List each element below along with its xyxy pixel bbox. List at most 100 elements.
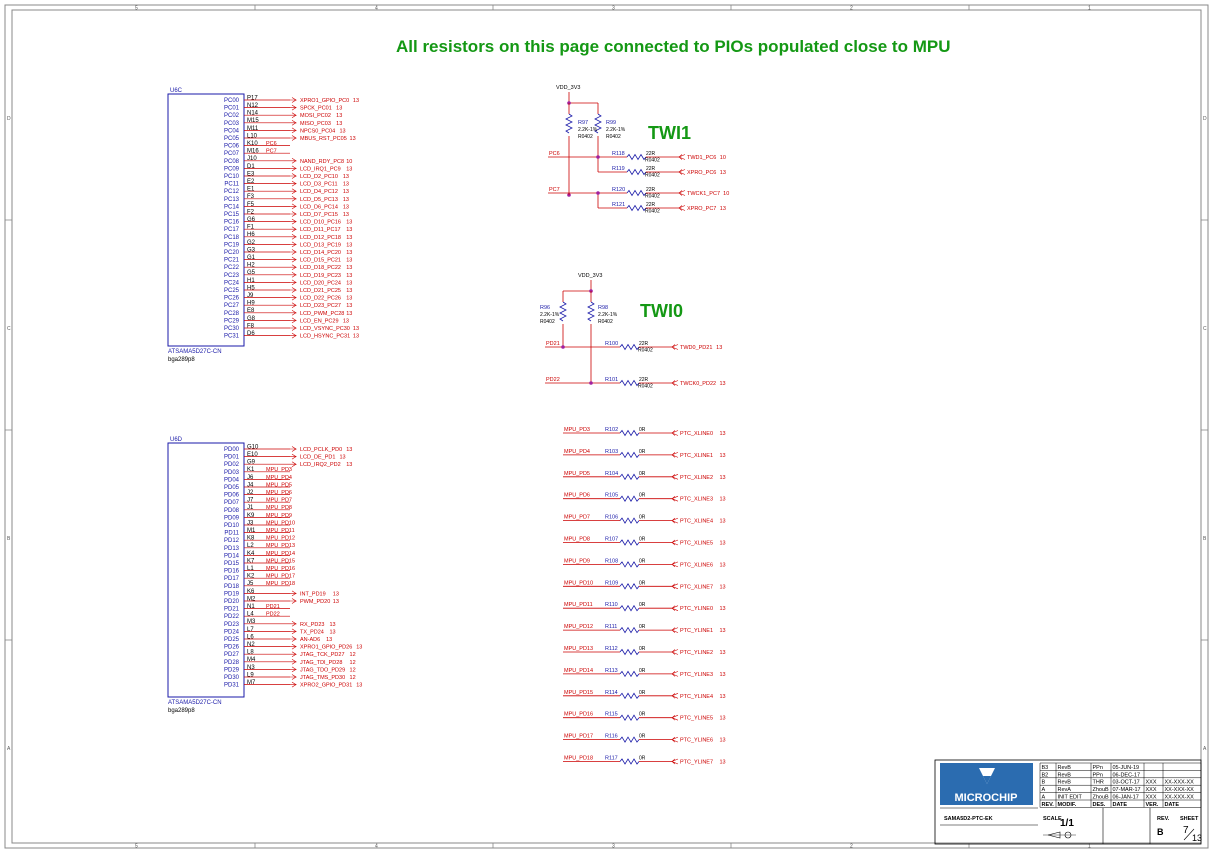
pin-name: PC22 xyxy=(224,265,240,271)
ball-id: K1 xyxy=(247,467,255,473)
resistor-ref: R105 xyxy=(605,493,618,499)
net-label: MPU_PD8 xyxy=(266,505,292,511)
net-label: MPU_PD18 xyxy=(266,581,295,587)
ball-id: H6 xyxy=(247,232,255,238)
twi0-label: TWI0 xyxy=(640,301,683,321)
page-ref: 10 xyxy=(720,155,726,161)
net-input-label: MPU_PD8 xyxy=(564,537,590,543)
pin-row: PD31 M7 XPRO2_GPIO_PD31 13 xyxy=(224,680,362,689)
net-input-label: MPU_PD11 xyxy=(564,602,593,608)
series-resistor-row: R117 0R PTC_YLINE7 13 MPU_PD18 xyxy=(563,756,726,766)
page-ref: 10 xyxy=(723,191,729,197)
net-input-label: MPU_PD16 xyxy=(564,712,593,718)
net-label: JTAG_TCK_PD27 xyxy=(300,652,345,658)
net-label: PTC_XLINE0 xyxy=(680,431,713,437)
resistor-icon xyxy=(619,451,640,459)
series-resistor-row: R101 22RR0402 TWCK0_PD22 13 PD22 xyxy=(545,377,726,390)
revision-cell: THR xyxy=(1093,780,1104,786)
ball-id: J1 xyxy=(247,505,254,511)
page-ref: 13 xyxy=(720,716,726,722)
pin-row: PC11 E2 LCD_D3_PC11 13 xyxy=(224,179,349,188)
net-label: LCD_PWM_PC28 xyxy=(300,311,344,317)
resistor-icon xyxy=(619,758,640,765)
pin-row: PC22 H2 LCD_D18_PC22 13 xyxy=(224,263,352,272)
title-block: MICROCHIP SAMA5D2-PTC-EK B3 RevB PPn 05-JUN… xyxy=(934,759,1202,845)
resistor-icon xyxy=(626,189,647,197)
resistor-value: 0R xyxy=(639,558,646,564)
twi0-supply: VDD_3V3 xyxy=(578,273,602,279)
page-ref: 13 xyxy=(346,288,352,294)
page-ref: 13 xyxy=(346,235,352,241)
net-label: LCD_D6_PC14 xyxy=(300,204,338,210)
page-note: All resistors on this page connected to … xyxy=(396,37,950,56)
revision-cell: XXX xyxy=(1146,780,1157,786)
page-ref: 13 xyxy=(353,98,359,104)
offpage-connector-icon xyxy=(290,135,298,141)
resistor-value: 22R xyxy=(646,166,656,172)
pin-name: PC27 xyxy=(224,303,240,309)
component-u6d: U6D ATSAMA5D27C-CN bga289p8 PD00 G10 LCD_P… xyxy=(167,437,362,714)
ball-id: H2 xyxy=(247,263,255,269)
net-label: LCD_HSYNC_PC31 xyxy=(300,334,350,340)
resistor-value: 0R xyxy=(639,602,646,608)
page-ref: 13 xyxy=(346,250,352,256)
offpage-connector-icon xyxy=(290,325,298,331)
pin-name: PD29 xyxy=(224,667,240,673)
zone-label-top: 4 xyxy=(375,6,378,12)
pin-name: PC28 xyxy=(224,311,240,317)
offpage-connector-icon xyxy=(290,302,298,308)
page-ref: 13 xyxy=(346,227,352,233)
net-label: LCD_EN_PC29 xyxy=(300,318,339,324)
net-label: AN-AD6 xyxy=(300,637,320,643)
offpage-connector-icon xyxy=(671,474,679,480)
ball-id: D6 xyxy=(247,331,255,337)
page-ref: 13 xyxy=(716,345,722,351)
net-input-label: MPU_PD12 xyxy=(564,624,593,630)
net-input-label: MPU_PD4 xyxy=(564,449,590,455)
rev-label: REV. xyxy=(1157,816,1170,822)
pin-row: PC21 G1 LCD_D15_PC21 13 xyxy=(224,255,352,264)
scale-value: 1/1 xyxy=(1060,818,1074,829)
pin-name: PD05 xyxy=(224,485,240,491)
pin-row: PC02 N14 MOSI_PC02 13 xyxy=(224,111,342,120)
net-label: PTC_YLINE4 xyxy=(680,694,713,700)
resistor-value: 22R xyxy=(639,377,649,383)
offpage-connector-icon xyxy=(290,165,298,172)
net-label: XPRO_PC6 xyxy=(687,170,716,176)
resistor-icon xyxy=(619,626,640,634)
net-label: MPU_PD14 xyxy=(266,551,295,557)
offpage-connector-icon xyxy=(671,605,679,611)
pin-name: PD14 xyxy=(224,553,240,559)
r99-pkg: R0402 xyxy=(606,134,621,140)
ball-id: K2 xyxy=(247,574,255,580)
offpage-connector-icon xyxy=(290,241,298,248)
net-label: XPRO2_GPIO_PD31 xyxy=(300,683,352,689)
revision-cell: 06-JAN-17 xyxy=(1113,795,1139,801)
offpage-connector-icon xyxy=(290,112,298,118)
net-label: XPRO1_GPIO_PD26 xyxy=(300,645,352,651)
ball-id: F2 xyxy=(247,209,255,215)
ball-id: L4 xyxy=(247,612,254,618)
ball-id: J9 xyxy=(247,293,254,299)
offpage-connector-icon xyxy=(290,264,298,270)
pin-name: PC14 xyxy=(224,204,240,210)
resistor-icon xyxy=(626,204,647,212)
page-ref: 13 xyxy=(720,381,726,387)
pin-name: PD18 xyxy=(224,584,240,590)
resistor-value: 0R xyxy=(639,471,646,477)
series-resistor-row: R115 0R PTC_YLINE5 13 MPU_PD16 xyxy=(563,712,726,722)
net-label: MPU_PD5 xyxy=(266,482,292,488)
net-label: LCD_D22_PC26 xyxy=(300,296,341,302)
ball-id: M7 xyxy=(247,680,256,686)
offpage-connector-icon xyxy=(678,205,686,211)
resistor-icon xyxy=(619,495,640,502)
offpage-connector-icon xyxy=(290,188,298,194)
offpage-connector-icon xyxy=(671,627,679,633)
net-label: PTC_XLINE5 xyxy=(680,541,713,547)
series-resistor-row: R111 0R PTC_YLINE1 13 MPU_PD12 xyxy=(563,624,726,634)
page-ref: 13 xyxy=(326,637,332,643)
offpage-connector-icon xyxy=(290,279,298,286)
ball-id: G10 xyxy=(247,444,259,450)
u6c-part: ATSAMA5D27C-CN xyxy=(168,349,222,355)
page-ref: 13 xyxy=(346,280,352,286)
